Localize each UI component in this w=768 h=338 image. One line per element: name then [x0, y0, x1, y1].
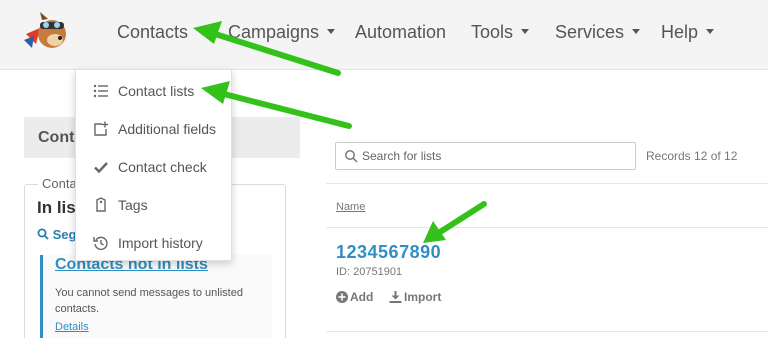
divider	[326, 227, 768, 228]
notice-text: You cannot send messages to unlisted con…	[55, 287, 243, 315]
records-count: Records 12 of 12	[646, 149, 738, 163]
menu-item-contact-lists[interactable]: Contact lists	[76, 72, 233, 110]
history-icon	[93, 236, 108, 250]
unlisted-contacts-notice: Contacts not in lists You cannot send me…	[40, 255, 272, 338]
nav-campaigns-label: Campaigns	[228, 22, 320, 42]
segment-link[interactable]: Seg	[37, 227, 76, 242]
nav-contacts-label: Contacts	[117, 22, 189, 42]
menu-item-label: Contact check	[118, 159, 207, 175]
column-header-name[interactable]: Name	[336, 201, 365, 213]
details-link[interactable]: Details	[55, 321, 89, 333]
nav-services[interactable]: Services	[555, 22, 641, 43]
plus-circle-icon	[336, 291, 348, 303]
add-field-icon	[94, 121, 108, 136]
menu-item-contact-check[interactable]: Contact check	[76, 148, 233, 186]
nav-tools-label: Tools	[471, 22, 514, 42]
download-icon	[389, 291, 402, 303]
chevron-down-icon	[706, 28, 715, 34]
annotation-arrow-list-name	[423, 201, 487, 243]
search-icon	[345, 150, 358, 163]
contacts-dropdown-menu: Contact lists Additional fields Contact …	[75, 69, 232, 261]
segment-link-label: Seg	[52, 227, 77, 242]
menu-item-additional-fields[interactable]: Additional fields	[76, 110, 233, 148]
add-button[interactable]: Add	[336, 290, 373, 304]
chevron-down-icon	[632, 28, 641, 34]
top-navigation-bar: Contacts Campaigns Automation Tools Serv…	[0, 0, 768, 70]
menu-item-label: Contact lists	[118, 83, 195, 99]
nav-help[interactable]: Help	[661, 22, 715, 43]
menu-item-label: Tags	[118, 197, 148, 213]
divider	[326, 183, 768, 184]
nav-help-label: Help	[661, 22, 699, 42]
search-input[interactable]	[362, 144, 632, 168]
tag-icon	[96, 197, 106, 212]
list-id: ID: 20751901	[336, 266, 403, 278]
chevron-down-icon	[521, 28, 530, 34]
import-button-label: Import	[404, 290, 442, 304]
checkmark-icon	[94, 162, 108, 174]
menu-item-tags[interactable]: Tags	[76, 186, 233, 224]
chevron-down-icon	[327, 28, 336, 34]
nav-contacts[interactable]: Contacts	[117, 22, 188, 43]
nav-services-label: Services	[555, 22, 625, 42]
divider	[326, 331, 768, 332]
list-name-link[interactable]: 1234567890	[336, 242, 441, 263]
nav-automation-label: Automation	[355, 22, 447, 42]
import-button[interactable]: Import	[389, 290, 441, 304]
nav-tools[interactable]: Tools	[471, 22, 530, 43]
menu-item-import-history[interactable]: Import history	[76, 224, 233, 262]
menu-item-label: Additional fields	[118, 121, 217, 137]
list-search-box	[335, 142, 636, 170]
search-icon	[37, 228, 49, 240]
list-icon	[93, 84, 108, 98]
menu-item-label: Import history	[118, 235, 203, 251]
nav-automation[interactable]: Automation	[355, 22, 446, 43]
nav-campaigns[interactable]: Campaigns	[228, 22, 336, 43]
logo-icon[interactable]	[22, 10, 74, 56]
add-button-label: Add	[350, 290, 374, 304]
